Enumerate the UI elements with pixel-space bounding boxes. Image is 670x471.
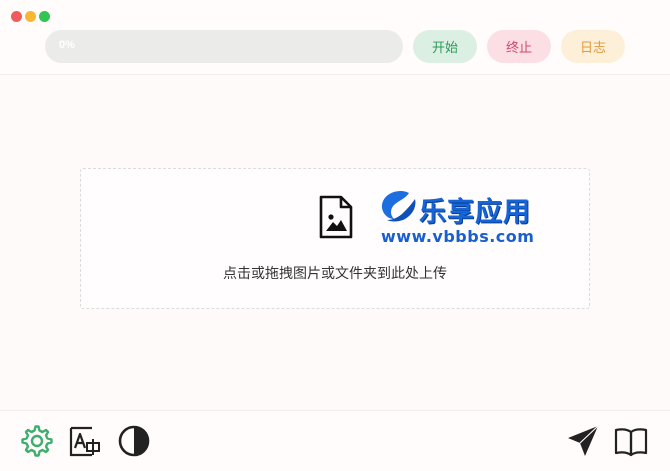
bottom-toolbar: [0, 410, 670, 471]
upload-dropzone[interactable]: 乐享应用 www.vbbbs.com 点击或拖拽图片或文件夹到此处上传: [80, 168, 590, 309]
watermark-url: www.vbbbs.com: [381, 227, 535, 246]
book-icon[interactable]: [614, 424, 648, 458]
progress-text: 0%: [59, 39, 75, 51]
log-button[interactable]: 日志: [561, 30, 625, 63]
settings-icon[interactable]: [20, 424, 54, 458]
font-icon[interactable]: [68, 424, 102, 458]
theme-contrast-icon[interactable]: [117, 424, 151, 458]
app-window: 0% 开始 终止 日志 乐享应用 www.vbbbs.com 点击或拖拽图片或文…: [0, 0, 670, 471]
top-toolbar: 0% 开始 终止 日志: [0, 0, 670, 75]
progress-bar: 0%: [45, 30, 403, 63]
send-icon[interactable]: [566, 424, 600, 458]
watermark-logo: [381, 191, 416, 222]
maximize-window-button[interactable]: [39, 11, 50, 22]
image-file-icon: [319, 195, 353, 239]
window-controls: [11, 11, 50, 22]
watermark: 乐享应用 www.vbbbs.com: [379, 189, 555, 246]
close-window-button[interactable]: [11, 11, 22, 22]
watermark-title: 乐享应用: [419, 197, 531, 228]
minimize-window-button[interactable]: [25, 11, 36, 22]
stop-button[interactable]: 终止: [487, 30, 551, 63]
start-button[interactable]: 开始: [413, 30, 477, 63]
dropzone-instruction: 点击或拖拽图片或文件夹到此处上传: [223, 265, 447, 281]
